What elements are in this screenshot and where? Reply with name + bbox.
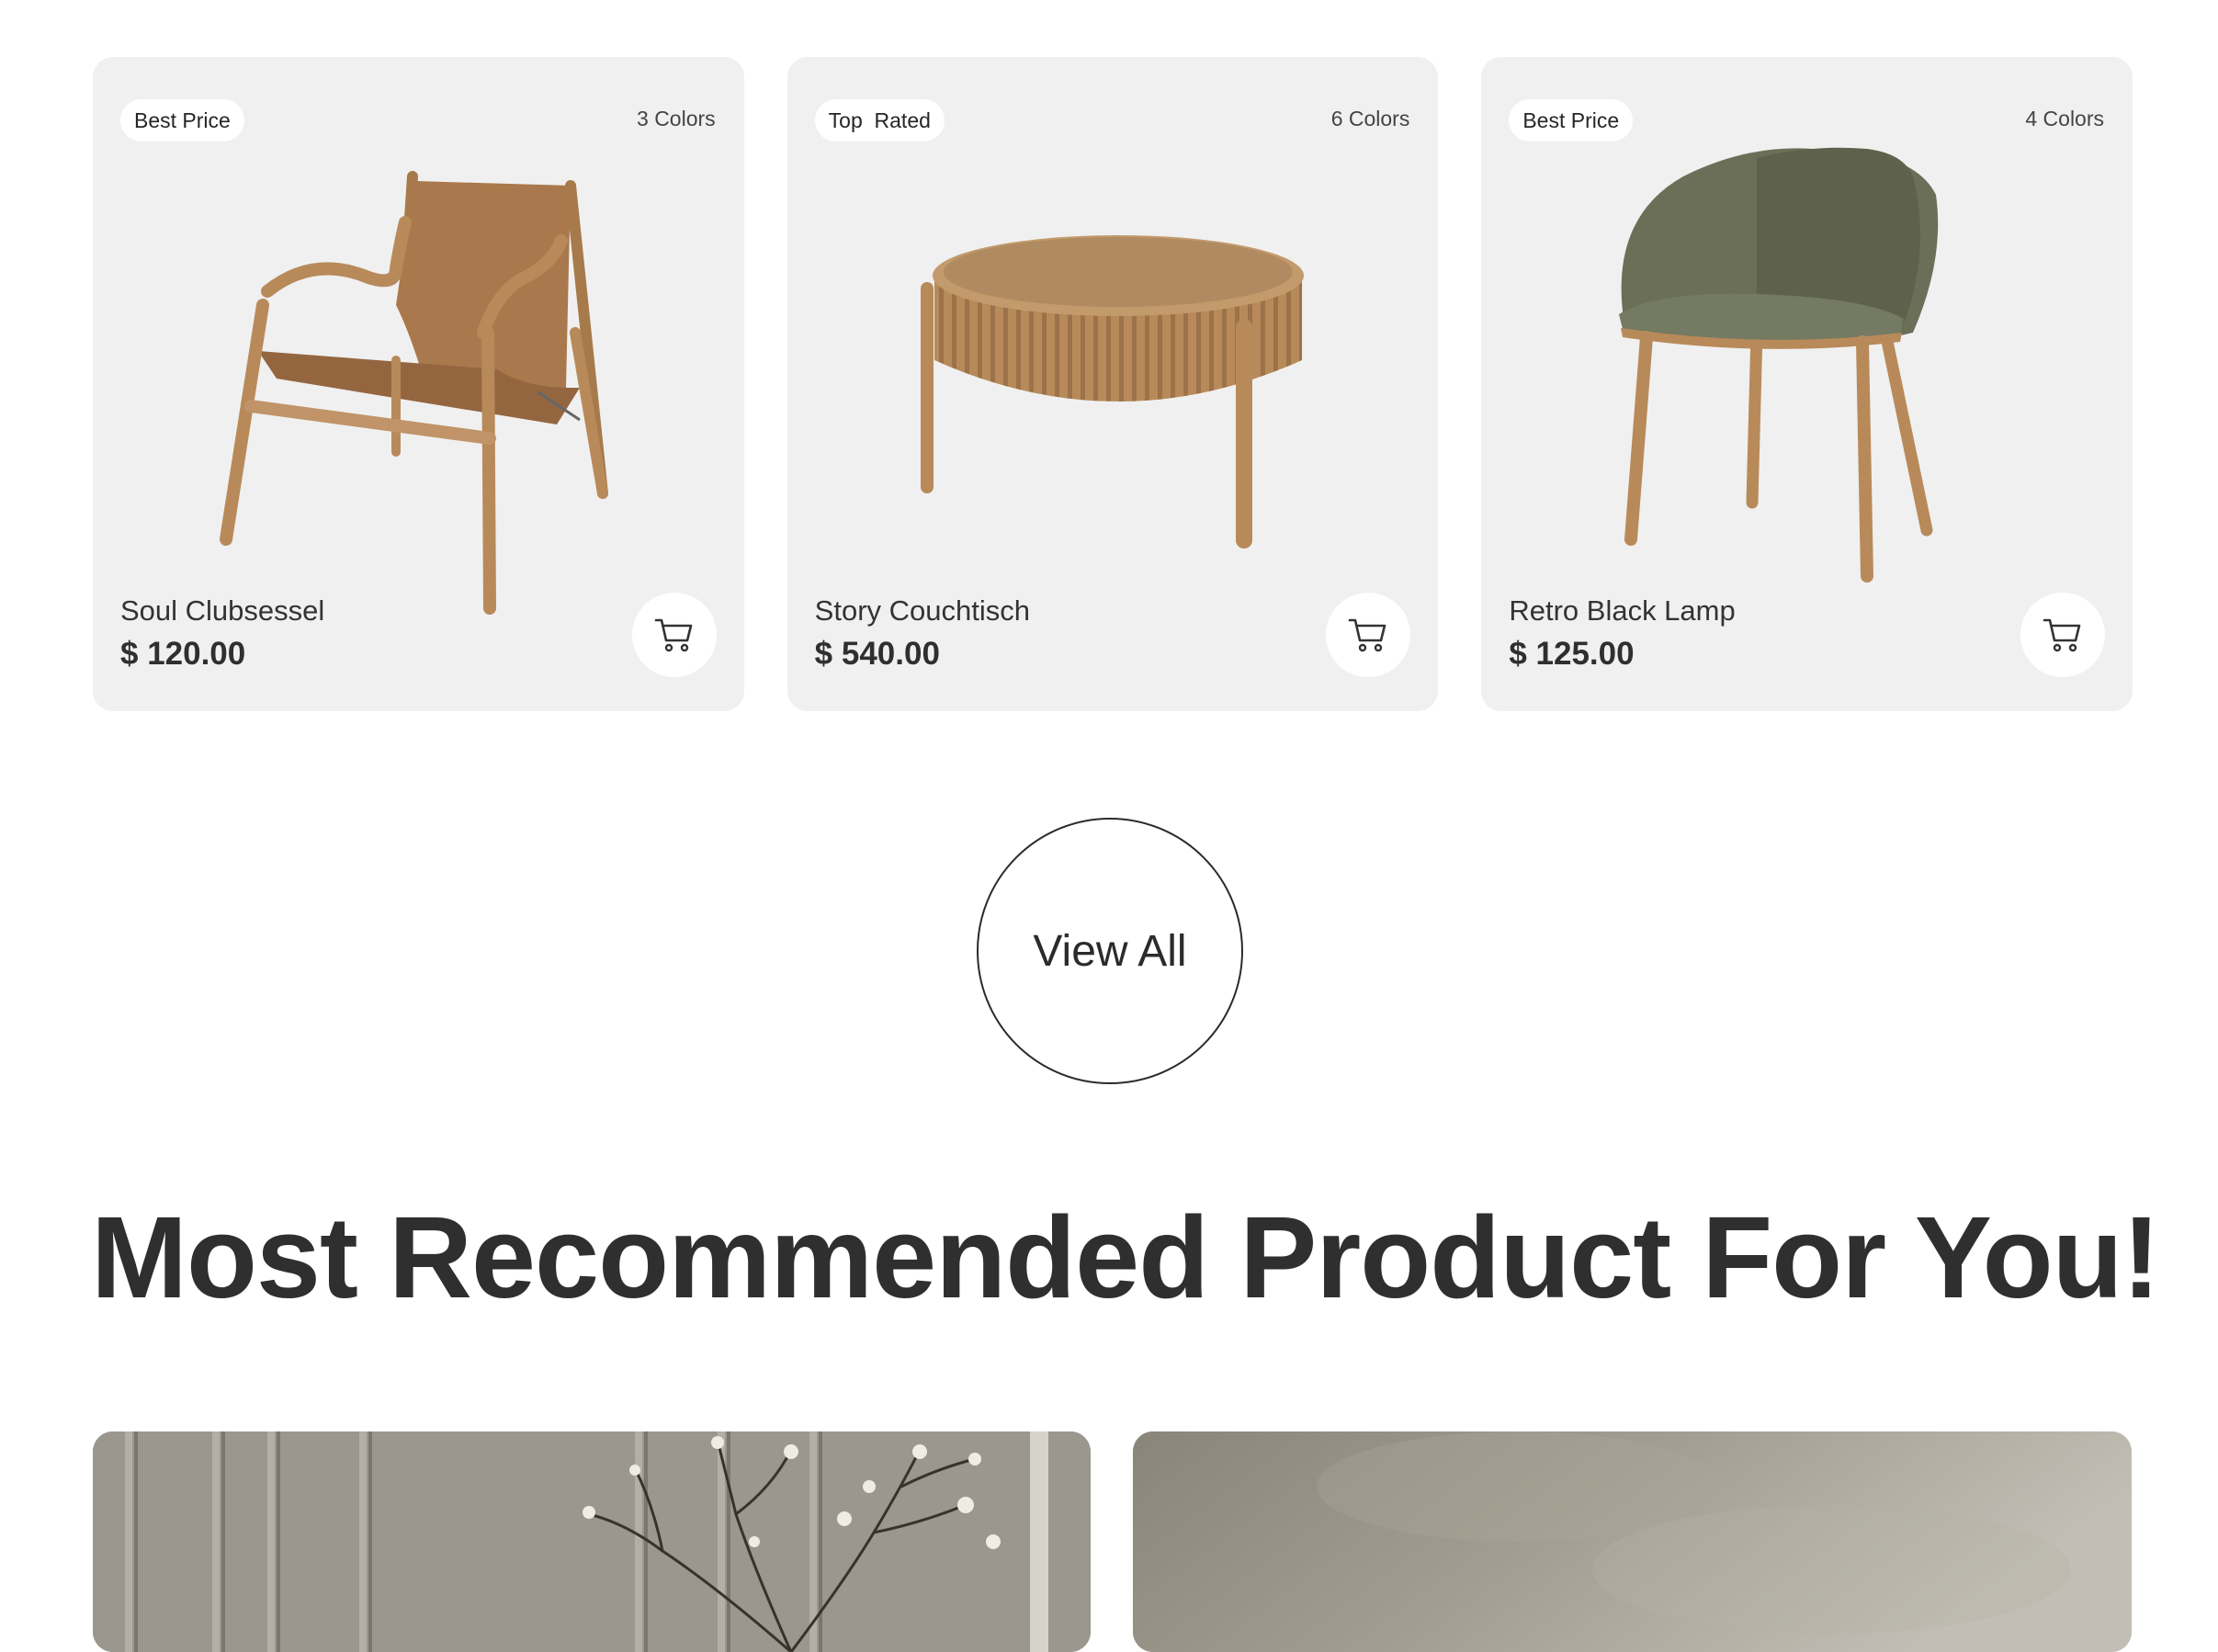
product-name[interactable]: Story Couchtisch xyxy=(815,594,1030,628)
plaster-wall-image xyxy=(1133,1431,2132,1652)
product-grid: Best Price 3 Colors Soul Clubsessel $ 12… xyxy=(93,57,2133,711)
section-heading: Most Recommended Product For You! xyxy=(91,1193,2160,1322)
product-card[interactable]: Best Price 3 Colors Soul Clubsessel $ 12… xyxy=(93,57,744,711)
cart-icon xyxy=(654,618,692,652)
add-to-cart-button[interactable] xyxy=(2020,593,2106,677)
wall-panel-branches-image xyxy=(93,1431,1091,1652)
product-price: $ 120.00 xyxy=(120,636,246,672)
badge: Best Price xyxy=(120,99,244,141)
cart-icon xyxy=(1349,618,1386,652)
recommended-banner-image[interactable] xyxy=(93,1431,1091,1652)
product-name[interactable]: Retro Black Lamp xyxy=(1509,594,1735,628)
badge: Top Rated xyxy=(814,99,945,141)
color-count: 6 Colors xyxy=(1330,107,1410,130)
add-to-cart-button[interactable] xyxy=(1326,593,1411,677)
add-to-cart-button[interactable] xyxy=(631,593,717,677)
product-card[interactable]: Best Price 4 Colors Retro Black Lamp $ 1… xyxy=(1481,57,2133,711)
product-name[interactable]: Soul Clubsessel xyxy=(120,594,324,628)
badge: Best Price xyxy=(1509,99,1634,141)
cart-icon xyxy=(2043,618,2081,652)
product-price: $ 125.00 xyxy=(1509,636,1635,672)
color-count: 3 Colors xyxy=(637,107,716,130)
color-count: 4 Colors xyxy=(2025,107,2105,130)
view-all-button[interactable]: View All xyxy=(977,818,1243,1084)
recommended-banner-image[interactable] xyxy=(1133,1431,2132,1652)
product-price: $ 540.00 xyxy=(814,636,940,672)
product-card[interactable]: Top Rated 6 Colors Story Couchtisch $ 54… xyxy=(786,57,1439,711)
